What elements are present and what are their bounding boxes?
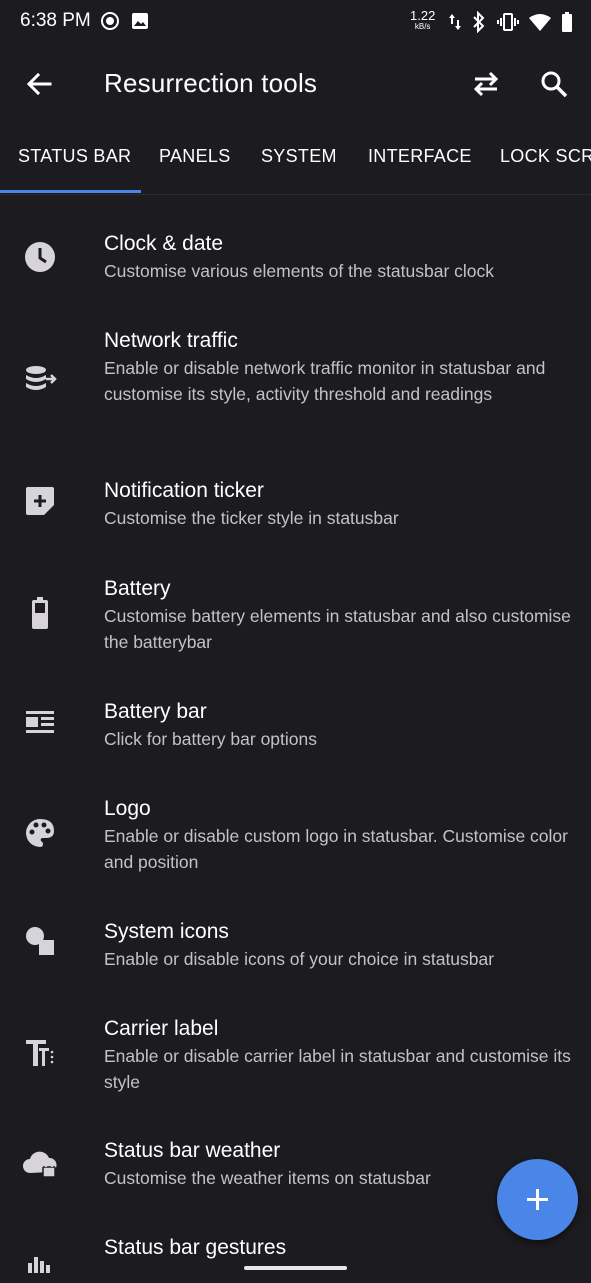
- item-subtitle: Customise battery elements in statusbar …: [104, 606, 571, 652]
- item-subtitle: Enable or disable icons of your choice i…: [104, 949, 495, 969]
- bluetooth-icon: [473, 11, 485, 33]
- list-item-notification-ticker[interactable]: Notification ticker Customise the ticker…: [0, 441, 591, 539]
- equalizer-icon: [28, 1257, 50, 1273]
- network-traffic-icon: [26, 366, 57, 390]
- tab-system[interactable]: SYSTEM: [261, 146, 337, 167]
- note-edit-icon: [26, 487, 54, 515]
- palette-icon: [26, 819, 54, 847]
- search-icon[interactable]: [536, 66, 572, 102]
- item-title: Battery: [104, 577, 171, 600]
- tab-interface[interactable]: INTERFACE: [368, 146, 472, 167]
- clock-icon: [25, 242, 55, 272]
- item-subtitle: Enable or disable carrier label in statu…: [104, 1046, 571, 1092]
- add-fab-button[interactable]: [497, 1159, 578, 1240]
- tab-status-bar[interactable]: STATUS BAR: [18, 146, 131, 167]
- item-title: Battery bar: [104, 700, 207, 723]
- media-playing-icon: [101, 12, 119, 30]
- tab-panels[interactable]: PANELS: [159, 146, 231, 167]
- item-title: Logo: [104, 797, 151, 820]
- category-tabs: STATUS BAR PANELS SYSTEM INTERFACE LOCK …: [0, 132, 591, 195]
- item-subtitle: Customise various elements of the status…: [104, 261, 495, 281]
- tab-lock-screen[interactable]: LOCK SCRE: [500, 146, 591, 167]
- text-format-icon: [26, 1040, 54, 1066]
- app-toolbar: Resurrection tools: [0, 44, 591, 124]
- gesture-home-bar[interactable]: [244, 1266, 347, 1270]
- item-subtitle: Customise the ticker style in statusbar: [104, 508, 399, 528]
- vibrate-icon: [497, 13, 519, 31]
- battery-icon: [562, 12, 572, 32]
- list-item-clock-date[interactable]: Clock & date Customise various elements …: [0, 195, 591, 293]
- item-title: Network traffic: [104, 329, 238, 352]
- page-title: Resurrection tools: [104, 68, 318, 98]
- item-title: Status bar gestures: [104, 1236, 287, 1259]
- status-time: 6:38 PM: [20, 10, 91, 31]
- item-subtitle: Click for battery bar options: [104, 729, 318, 749]
- swap-icon[interactable]: [468, 66, 504, 102]
- item-title: Clock & date: [104, 232, 224, 255]
- list-item-carrier-label[interactable]: Carrier label Enable or disable carrier …: [0, 981, 591, 1103]
- item-title: Status bar weather: [104, 1139, 281, 1162]
- data-arrows-icon: [449, 14, 461, 30]
- arrow-back-icon[interactable]: [22, 66, 58, 102]
- wifi-icon: [529, 14, 551, 31]
- item-subtitle: Enable or disable network traffic monito…: [104, 358, 546, 404]
- item-title: Carrier label: [104, 1017, 219, 1040]
- list-item-battery[interactable]: Battery Customise battery elements in st…: [0, 539, 591, 659]
- image-icon: [132, 13, 148, 29]
- cloud-lock-icon: [23, 1151, 57, 1178]
- item-subtitle: Enable or disable custom logo in statusb…: [104, 826, 568, 872]
- article-icon: [26, 711, 54, 733]
- battery-icon: [32, 597, 48, 629]
- plus-icon: [527, 1189, 548, 1210]
- system-status-bar: 6:38 PM 1.22 kB/s: [0, 0, 591, 44]
- list-item-logo[interactable]: Logo Enable or disable custom logo in st…: [0, 759, 591, 883]
- item-title: Notification ticker: [104, 479, 264, 502]
- shapes-icon: [26, 927, 54, 955]
- selected-tab-indicator: [0, 190, 141, 193]
- list-item-battery-bar[interactable]: Battery bar Click for battery bar option…: [0, 659, 591, 759]
- list-item-network-traffic[interactable]: Network traffic Enable or disable networ…: [0, 293, 591, 441]
- net-speed: 1.22 kB/s: [410, 9, 435, 32]
- item-title: System icons: [104, 920, 229, 943]
- list-item-system-icons[interactable]: System icons Enable or disable icons of …: [0, 883, 591, 981]
